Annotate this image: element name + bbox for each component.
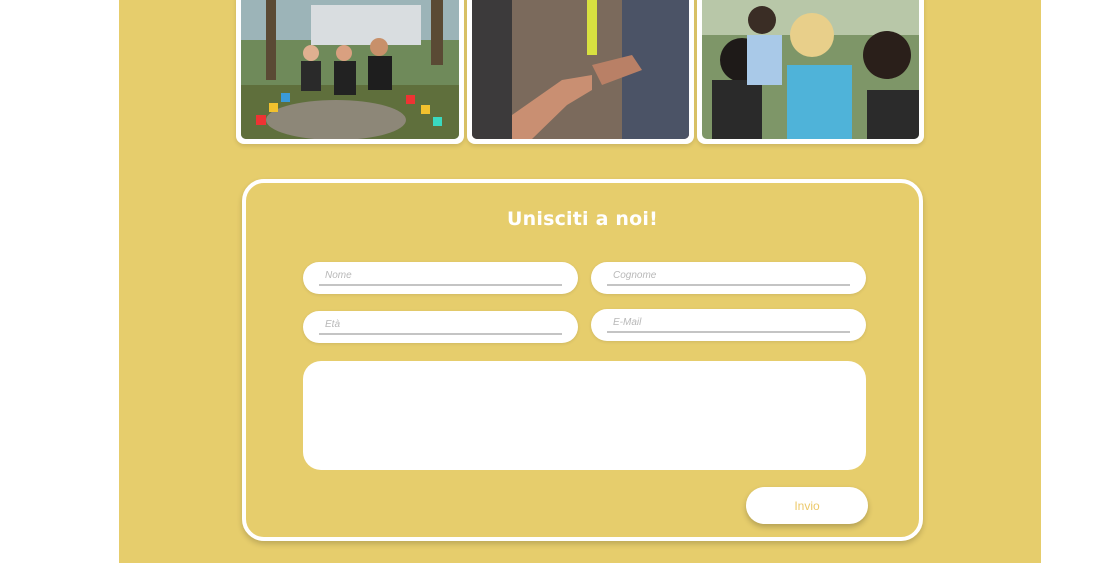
kids-activity-photo (697, 0, 924, 144)
email-field[interactable]: E-Mail (591, 309, 866, 341)
cognome-placeholder: Cognome (613, 270, 657, 281)
hands-touching-photo (467, 0, 694, 144)
nome-field[interactable]: Nome (303, 262, 578, 294)
email-underline (607, 331, 850, 333)
eta-placeholder: Età (325, 319, 341, 330)
group-photo-park (236, 0, 464, 144)
message-textarea[interactable] (303, 361, 866, 470)
cognome-underline (607, 284, 850, 286)
page-section: Unisciti a noi! Nome Cognome Età E-Mail … (119, 0, 1041, 563)
email-placeholder: E-Mail (613, 317, 642, 328)
join-form-card: Unisciti a noi! Nome Cognome Età E-Mail … (242, 179, 923, 541)
eta-field[interactable]: Età (303, 311, 578, 343)
eta-underline (319, 333, 562, 335)
cognome-field[interactable]: Cognome (591, 262, 866, 294)
nome-underline (319, 284, 562, 286)
nome-placeholder: Nome (325, 270, 352, 281)
submit-button[interactable]: Invio (746, 487, 868, 524)
form-title: Unisciti a noi! (507, 208, 658, 230)
